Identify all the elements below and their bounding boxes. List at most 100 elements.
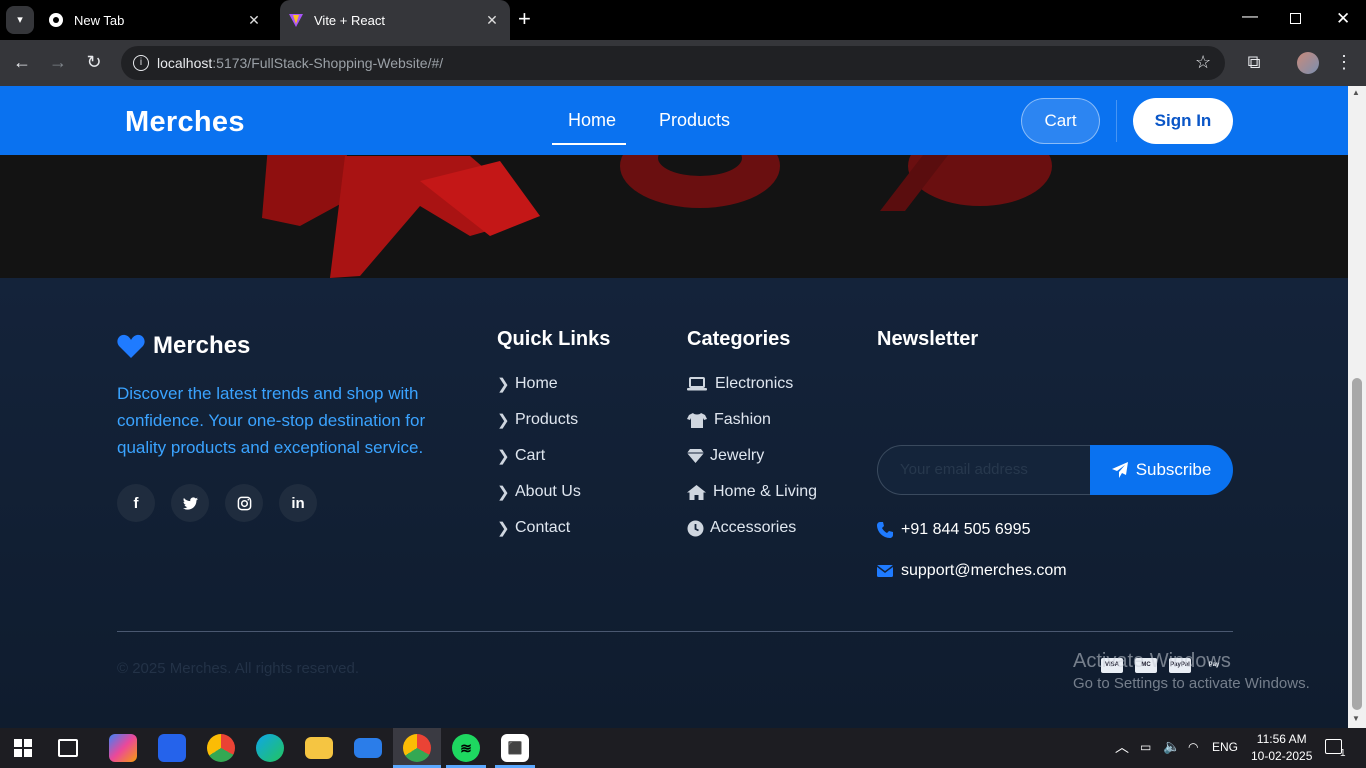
tab-title: New Tab bbox=[74, 12, 125, 28]
footer-link-label: Products bbox=[515, 411, 579, 428]
menu-kebab-icon[interactable]: ⋮ bbox=[1332, 52, 1356, 72]
capcut-icon[interactable]: ⬛ bbox=[501, 734, 529, 762]
close-tab-icon[interactable]: ✕ bbox=[480, 12, 504, 29]
mail-icon[interactable] bbox=[354, 738, 382, 758]
new-tab-button[interactable]: + bbox=[518, 8, 531, 30]
newsletter-email-input[interactable]: Your email address bbox=[877, 445, 1091, 495]
nav-link-home[interactable]: Home bbox=[568, 110, 616, 131]
instagram-icon[interactable] bbox=[225, 484, 263, 522]
footer-link-label: Cart bbox=[515, 447, 546, 464]
chevron-right-icon: ❯ bbox=[497, 412, 510, 429]
back-arrow-icon[interactable]: ← bbox=[10, 52, 34, 72]
navbar-brand[interactable]: Merches bbox=[125, 106, 245, 139]
copyright-text: © 2025 Merches. All rights reserved. bbox=[117, 660, 359, 677]
footer-link-contact[interactable]: ❯ Contact bbox=[497, 519, 570, 537]
tab-title: Vite + React bbox=[314, 12, 385, 28]
footer-link-home[interactable]: ❯ Home bbox=[497, 375, 558, 393]
tray-overflow-chevron-icon[interactable]: ︿ bbox=[1115, 737, 1129, 757]
subscribe-button[interactable]: Subscribe bbox=[1090, 445, 1233, 495]
footer-description: Discover the latest trends and shop with… bbox=[117, 384, 426, 457]
footer-brand-name: Merches bbox=[153, 332, 251, 359]
scroll-up-arrow-icon[interactable]: ▲ bbox=[1352, 88, 1360, 97]
tab-search-button[interactable]: ▾ bbox=[6, 6, 34, 34]
footer-divider bbox=[117, 631, 1233, 632]
site-navbar: Merches Home Products Cart Sign In bbox=[0, 86, 1348, 155]
nav-active-indicator bbox=[552, 143, 626, 145]
categories-title: Categories bbox=[687, 328, 791, 350]
taskbar-clock[interactable]: 11:56 AM 10-02-2025 bbox=[1251, 731, 1312, 765]
browser-tab-vite[interactable]: Vite + React ✕ bbox=[280, 0, 510, 40]
chevron-right-icon: ❯ bbox=[497, 520, 510, 537]
bookmark-star-icon[interactable]: ☆ bbox=[1195, 52, 1211, 73]
category-label: Electronics bbox=[715, 375, 794, 392]
contact-phone[interactable]: +91 844 505 6995 bbox=[877, 521, 1030, 539]
browser-tab-newtab[interactable]: New Tab ✕ bbox=[40, 0, 272, 40]
footer-logo[interactable]: Merches bbox=[117, 332, 250, 360]
category-accessories[interactable]: Accessories bbox=[687, 519, 796, 537]
reload-icon[interactable]: ↻ bbox=[82, 52, 106, 72]
clock-date: 10-02-2025 bbox=[1251, 749, 1313, 763]
footer-link-products[interactable]: ❯ Products bbox=[497, 411, 578, 429]
close-tab-icon[interactable]: ✕ bbox=[242, 12, 266, 29]
windows-start-icon[interactable] bbox=[14, 739, 32, 757]
gem-icon bbox=[687, 449, 704, 463]
email-placeholder: Your email address bbox=[900, 461, 1028, 478]
category-label: Home & Living bbox=[713, 483, 818, 500]
copilot-icon[interactable] bbox=[109, 734, 137, 762]
contact-email[interactable]: support@merches.com bbox=[877, 562, 1067, 580]
chrome-icon bbox=[49, 13, 63, 27]
forward-arrow-icon[interactable]: → bbox=[46, 52, 70, 72]
nav-link-products[interactable]: Products bbox=[659, 110, 730, 131]
footer-link-label: Contact bbox=[515, 519, 571, 536]
support-email: support@merches.com bbox=[901, 562, 1067, 579]
footer-link-cart[interactable]: ❯ Cart bbox=[497, 447, 545, 465]
edge-icon[interactable] bbox=[256, 734, 284, 762]
browser-toolbar: ← → ↻ i localhost:5173/FullStack-Shoppin… bbox=[0, 40, 1366, 86]
chrome-profile-taskbar-icon[interactable] bbox=[403, 734, 431, 762]
phone-number: +91 844 505 6995 bbox=[901, 521, 1031, 538]
browser-titlebar: ▾ New Tab ✕ Vite + React ✕ + — ✕ bbox=[0, 0, 1366, 40]
newsletter-title: Newsletter bbox=[877, 328, 979, 350]
scroll-down-arrow-icon[interactable]: ▼ bbox=[1352, 714, 1360, 723]
wifi-icon[interactable]: ◠ bbox=[1188, 740, 1198, 754]
minimize-button[interactable]: — bbox=[1242, 8, 1258, 26]
category-jewelry[interactable]: Jewelry bbox=[687, 447, 764, 465]
profile-avatar[interactable] bbox=[1297, 52, 1319, 74]
spotify-icon[interactable]: ≋ bbox=[452, 734, 480, 762]
notification-count: 1 bbox=[1340, 748, 1346, 759]
linkedin-icon[interactable]: in bbox=[279, 484, 317, 522]
category-home-living[interactable]: Home & Living bbox=[687, 483, 817, 501]
site-info-icon[interactable]: i bbox=[133, 55, 149, 71]
store-icon[interactable] bbox=[158, 734, 186, 762]
category-electronics[interactable]: Electronics bbox=[687, 375, 793, 393]
watermark-title: Activate Windows bbox=[1073, 650, 1231, 672]
activate-windows-watermark: Activate Windows Go to Settings to activ… bbox=[1073, 650, 1310, 692]
address-bar[interactable]: i localhost:5173/FullStack-Shopping-Webs… bbox=[121, 46, 1225, 80]
tshirt-icon bbox=[687, 412, 707, 428]
cart-button[interactable]: Cart bbox=[1021, 98, 1100, 144]
chrome-taskbar-icon[interactable] bbox=[207, 734, 235, 762]
subscribe-label: Subscribe bbox=[1135, 460, 1212, 479]
envelope-icon bbox=[877, 565, 893, 577]
house-icon bbox=[687, 484, 706, 500]
twitter-icon[interactable] bbox=[171, 484, 209, 522]
vite-icon bbox=[289, 14, 303, 27]
battery-icon[interactable]: ▭ bbox=[1140, 740, 1151, 754]
file-explorer-icon[interactable] bbox=[305, 737, 333, 759]
watermark-subtitle: Go to Settings to activate Windows. bbox=[1073, 675, 1310, 692]
category-label: Jewelry bbox=[710, 447, 765, 464]
restore-button[interactable] bbox=[1290, 13, 1301, 24]
facebook-icon[interactable]: f bbox=[117, 484, 155, 522]
task-view-icon[interactable] bbox=[58, 739, 78, 757]
scrollbar-thumb[interactable] bbox=[1352, 378, 1362, 710]
category-fashion[interactable]: Fashion bbox=[687, 411, 771, 429]
close-window-button[interactable]: ✕ bbox=[1336, 9, 1350, 29]
extensions-icon[interactable]: ⧉ bbox=[1242, 52, 1266, 72]
phone-icon bbox=[877, 522, 893, 538]
sign-in-button[interactable]: Sign In bbox=[1133, 98, 1233, 144]
volume-icon[interactable]: 🔈 bbox=[1163, 738, 1180, 755]
hero-banner: Merches Home Products Cart Sign In bbox=[0, 86, 1348, 278]
footer-link-about[interactable]: ❯ About Us bbox=[497, 483, 581, 501]
category-label: Accessories bbox=[710, 519, 797, 536]
language-indicator[interactable]: ENG bbox=[1212, 740, 1238, 754]
